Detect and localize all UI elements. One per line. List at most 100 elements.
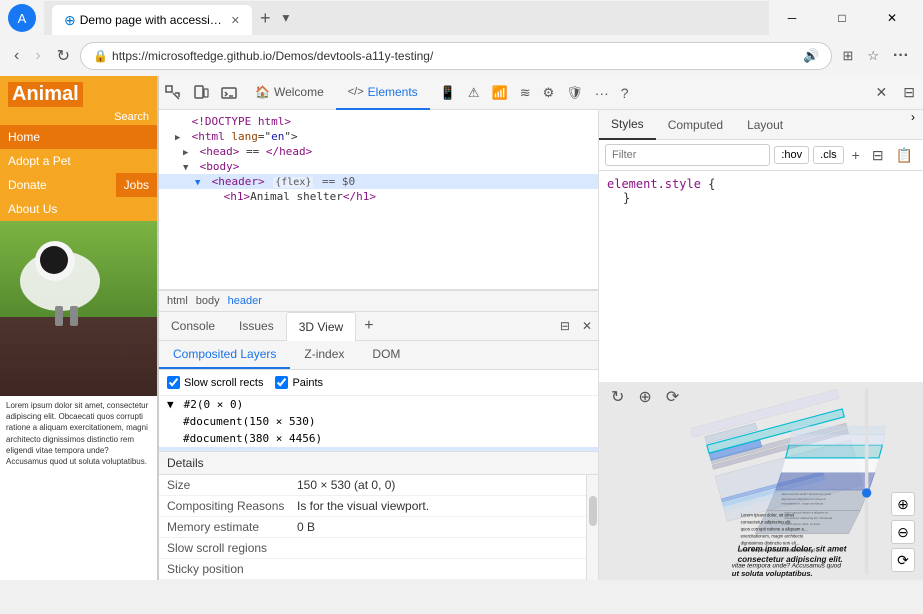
memory-icon[interactable]: ≋ xyxy=(514,81,537,105)
cls-button[interactable]: .cls xyxy=(813,146,844,164)
styles-tab-styles[interactable]: Styles xyxy=(599,110,656,140)
z-index-tab[interactable]: Z-index xyxy=(290,341,358,369)
tab-elements[interactable]: </> Elements xyxy=(336,76,430,110)
svg-text:Lorem ipsum dolor, sit amet: Lorem ipsum dolor, sit amet xyxy=(741,512,795,517)
nav-adopt[interactable]: Adopt a Pet xyxy=(0,149,157,173)
slow-scroll-rects-checkbox[interactable] xyxy=(167,376,180,389)
composited-layers-tab[interactable]: Composited Layers xyxy=(159,341,290,369)
reset-view-button[interactable]: ⟳ xyxy=(891,548,915,572)
nav-jobs[interactable]: Jobs xyxy=(116,173,157,197)
html-line-header: ▼ <header> {flex} == $0 xyxy=(159,174,598,189)
application-icon[interactable]: ⚙ xyxy=(537,81,561,105)
layer-item-0[interactable]: ▼ #2(0 × 0) xyxy=(159,396,598,413)
sub-tab-console[interactable]: Console xyxy=(159,311,227,341)
more-button[interactable]: ··· xyxy=(887,43,915,69)
active-tab[interactable]: ⊕ Demo page with accessibility iss ✕ xyxy=(52,5,252,35)
html-line-html: ▶ <html lang="en"> xyxy=(159,129,598,144)
zoom-out-button[interactable]: ⊖ xyxy=(891,520,915,544)
security-icon[interactable]: 🛡 xyxy=(560,81,589,105)
breadcrumb-header[interactable]: header xyxy=(228,295,262,307)
sheep-leg2 xyxy=(70,306,78,326)
split-screen-button[interactable]: ⊞ xyxy=(836,43,859,69)
sub-tab-issues[interactable]: Issues xyxy=(227,311,286,341)
tab-dropdown-button[interactable]: ▾ xyxy=(279,10,294,26)
rotate-mode-button[interactable]: ⟳ xyxy=(662,385,683,409)
styles-tab-layout[interactable]: Layout xyxy=(735,110,795,140)
nav-extras: ⊞ ☆ ··· xyxy=(836,43,915,69)
emulation-icon[interactable]: 📱 xyxy=(434,81,462,105)
lock-icon: 🔒 xyxy=(93,49,108,63)
profile-icon[interactable]: A xyxy=(8,4,36,32)
tab-title: Demo page with accessibility iss xyxy=(80,13,225,27)
dom-tab[interactable]: DOM xyxy=(358,341,414,369)
svg-text:dignissimos distinctio rem eli: dignissimos distinctio rem eliqendi xyxy=(781,496,825,500)
details-row-compositing: Compositing Reasons Is for the visual vi… xyxy=(159,496,586,517)
new-tab-button[interactable]: + xyxy=(252,8,279,29)
svg-text:consectetur adipiscing elit.: consectetur adipiscing elit. xyxy=(741,519,792,524)
tab-bar: ⊕ Demo page with accessibility iss ✕ + ▾ xyxy=(44,1,769,35)
device-toolbar-button[interactable] xyxy=(187,81,215,105)
details-row-size: Size 150 × 530 (at 0, 0) xyxy=(159,475,586,496)
3d-controls: ⊕ ⊖ ⟳ xyxy=(891,492,915,572)
details-header[interactable]: Details xyxy=(159,452,598,475)
hov-button[interactable]: :hov xyxy=(774,146,809,164)
refresh-button[interactable]: ↻ xyxy=(51,42,76,70)
details-scrollbar[interactable] xyxy=(586,475,598,580)
slow-scroll-rects-option[interactable]: Slow scroll rects xyxy=(167,376,263,389)
more-tools-button[interactable]: ··· xyxy=(589,81,615,105)
back-button[interactable]: ‹ xyxy=(8,43,25,69)
styles-icon-2[interactable]: 📋 xyxy=(892,145,917,166)
html-line-body: ▼ <body> xyxy=(159,159,598,174)
pan-mode-button[interactable]: ⊕ xyxy=(634,385,655,409)
breadcrumb-bar: html body header xyxy=(159,290,598,311)
styles-tab-computed[interactable]: Computed xyxy=(656,110,735,140)
styles-filter-input[interactable] xyxy=(605,144,770,166)
breadcrumb-html[interactable]: html xyxy=(167,295,188,307)
html-line-doctype: <!DOCTYPE html> xyxy=(159,114,598,129)
refresh-layers-button[interactable]: ↻ xyxy=(607,385,628,409)
webpage-panel: Animal Search Home Adopt a Pet Donate Jo… xyxy=(0,76,158,580)
add-rule-button[interactable]: + xyxy=(848,145,864,165)
nav-donate[interactable]: Donate xyxy=(0,173,116,197)
title-bar: A ⊕ Demo page with accessibility iss ✕ +… xyxy=(0,0,923,36)
styles-more-button[interactable]: › xyxy=(903,110,923,139)
styles-tabs: Styles Computed Layout › xyxy=(599,110,923,140)
nav-about[interactable]: About Us xyxy=(0,197,157,221)
read-aloud-icon[interactable]: 🔊 xyxy=(803,48,819,64)
breadcrumb-body[interactable]: body xyxy=(196,295,220,307)
minimize-button[interactable]: ─ xyxy=(769,4,815,32)
layer-item-2[interactable]: #document(380 × 4456) xyxy=(159,430,598,447)
devtools-dock-button[interactable]: ⊟ xyxy=(895,80,923,105)
zoom-in-button[interactable]: ⊕ xyxy=(891,492,915,516)
svg-text:vitae tempora unde? Accusamus: vitae tempora unde? Accusamus quod xyxy=(781,492,831,496)
layer-options: Slow scroll rects Paints xyxy=(159,370,598,396)
tab-welcome[interactable]: 🏠 Welcome xyxy=(243,76,336,110)
close-button[interactable]: ✕ xyxy=(869,4,915,32)
undock-button[interactable]: ⊟ xyxy=(554,315,576,337)
styles-icon-1[interactable]: ⊟ xyxy=(868,145,888,166)
network-icon[interactable]: ⚠ xyxy=(462,81,486,105)
paints-checkbox[interactable] xyxy=(275,376,288,389)
performance-icon[interactable]: 📶 xyxy=(486,81,514,105)
console-drawer-button[interactable] xyxy=(215,81,243,105)
threed-visualization[interactable]: ↻ ⊕ ⟳ xyxy=(599,382,923,581)
address-bar[interactable]: 🔒 https://microsoftedge.github.io/Demos/… xyxy=(80,42,832,70)
devtools-close-button[interactable]: ✕ xyxy=(868,80,896,105)
paints-option[interactable]: Paints xyxy=(275,376,323,389)
sub-tab-3d-view[interactable]: 3D View xyxy=(286,312,356,342)
details-scroll-thumb xyxy=(589,496,597,526)
webpage-lorem-text: Lorem ipsum dolor sit amet, consectetur … xyxy=(0,396,157,471)
sheep-leg1 xyxy=(55,306,63,326)
styles-filter-bar: :hov .cls + ⊟ 📋 xyxy=(599,140,923,171)
nav-home[interactable]: Home xyxy=(0,125,157,149)
tab-close-button[interactable]: ✕ xyxy=(231,14,240,27)
edge-icon: ⊕ xyxy=(64,12,76,29)
help-button[interactable]: ? xyxy=(615,81,635,105)
layer-item-1[interactable]: #document(150 × 530) xyxy=(159,413,598,430)
maximize-button[interactable]: □ xyxy=(819,4,865,32)
close-drawer-button[interactable]: ✕ xyxy=(576,315,598,337)
add-tab-button[interactable]: + xyxy=(356,317,381,335)
inspect-element-button[interactable] xyxy=(159,81,187,105)
favorites-button[interactable]: ☆ xyxy=(861,43,885,69)
forward-button[interactable]: › xyxy=(29,43,46,69)
